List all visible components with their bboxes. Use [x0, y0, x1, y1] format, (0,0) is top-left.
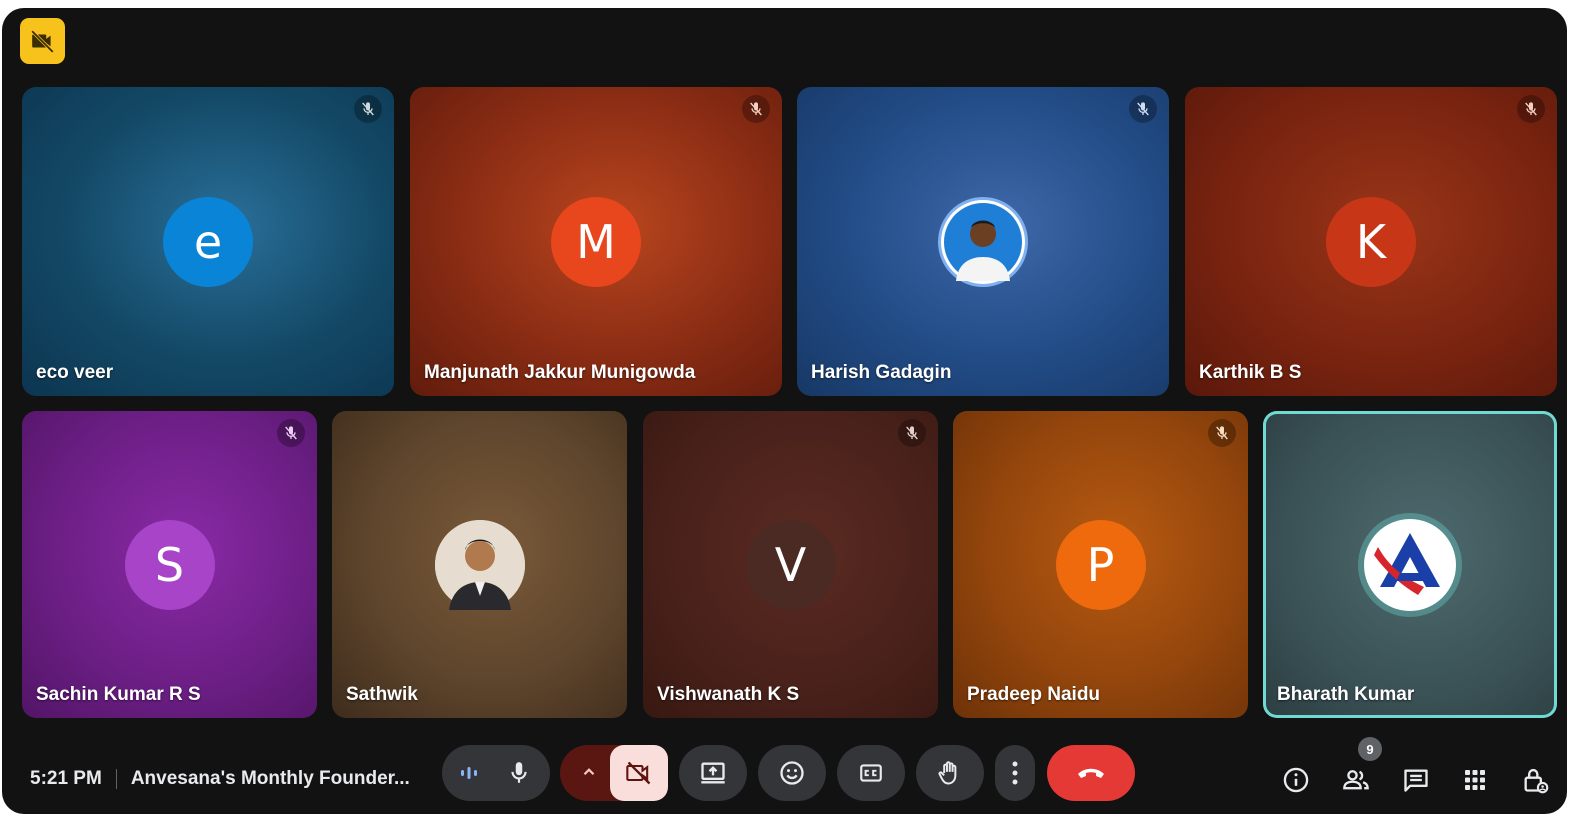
avatar: P	[1055, 519, 1146, 610]
participant-tile[interactable]: S Sachin Kumar R S	[22, 411, 317, 718]
meeting-info: 5:21 PM Anvesana's Monthly Founder...	[30, 768, 410, 790]
participant-tile[interactable]: P Pradeep Naidu	[953, 411, 1248, 718]
clock-time: 5:21 PM	[30, 768, 102, 789]
camera-off-icon	[30, 28, 56, 54]
end-call-icon	[1076, 765, 1106, 781]
emoji-icon	[778, 759, 806, 787]
activities-button[interactable]	[1457, 762, 1493, 798]
raise-hand-button[interactable]	[916, 745, 984, 801]
participant-name: Karthik B S	[1199, 362, 1302, 383]
participant-tile[interactable]: Sathwik	[332, 411, 627, 718]
more-options-button[interactable]	[995, 745, 1035, 801]
person-photo-avatar	[938, 196, 1028, 287]
camera-off-icon	[624, 759, 654, 787]
participant-name: Bharath Kumar	[1277, 684, 1415, 705]
mic-muted-icon	[277, 419, 305, 447]
microphone-control-group	[442, 745, 550, 801]
camera-control-group	[560, 745, 668, 801]
chat-icon	[1402, 766, 1430, 794]
participant-name: Sathwik	[346, 684, 418, 705]
captions-button[interactable]	[837, 745, 905, 801]
mic-muted-icon	[1208, 419, 1236, 447]
end-call-button[interactable]	[1047, 745, 1135, 801]
host-controls-button[interactable]	[1517, 762, 1553, 798]
avatar: V	[745, 519, 836, 610]
host-controls-icon	[1521, 765, 1549, 795]
emoji-reaction-button[interactable]	[758, 745, 826, 801]
participant-tile[interactable]: e eco veer	[22, 87, 394, 396]
avatar: e	[163, 196, 253, 287]
meet-window: e eco veer M Manjunath Jakkur Munigowda …	[2, 8, 1567, 814]
chevron-up-icon[interactable]	[580, 763, 598, 781]
more-options-icon	[1011, 760, 1019, 786]
meeting-title[interactable]: Anvesana's Monthly Founder...	[131, 768, 410, 790]
avatar: M	[551, 196, 641, 287]
participant-tile[interactable]: Harish Gadagin	[797, 87, 1169, 396]
mic-muted-icon	[742, 95, 770, 123]
mic-muted-icon	[354, 95, 382, 123]
audio-level-icon	[458, 764, 480, 782]
raise-hand-icon	[936, 758, 964, 788]
participant-name: Pradeep Naidu	[967, 684, 1101, 705]
participant-name: Sachin Kumar R S	[36, 684, 201, 705]
participant-tile[interactable]: V Vishwanath K S	[643, 411, 938, 718]
bottom-toolbar: 5:21 PM Anvesana's Monthly Founder... 9	[2, 732, 1567, 814]
mic-muted-icon	[1517, 95, 1545, 123]
present-screen-icon	[698, 759, 728, 787]
participant-tile-active-speaker[interactable]: Bharath Kumar	[1263, 411, 1557, 718]
avatar: S	[124, 519, 215, 610]
logo-avatar	[1364, 518, 1456, 611]
mic-muted-icon	[1129, 95, 1157, 123]
camera-off-badge[interactable]	[20, 18, 65, 64]
info-icon	[1282, 766, 1310, 794]
people-button[interactable]	[1338, 762, 1374, 798]
activities-icon	[1463, 768, 1487, 792]
meeting-details-button[interactable]	[1278, 762, 1314, 798]
participant-name: Vishwanath K S	[657, 684, 800, 705]
people-icon	[1341, 766, 1371, 794]
present-screen-button[interactable]	[679, 745, 747, 801]
person-photo-avatar	[434, 519, 525, 610]
participant-name: Harish Gadagin	[811, 362, 952, 383]
participant-name: eco veer	[36, 362, 114, 383]
microphone-icon[interactable]	[506, 759, 532, 787]
captions-icon	[857, 760, 885, 786]
participant-tile[interactable]: M Manjunath Jakkur Munigowda	[410, 87, 782, 396]
chat-button[interactable]	[1398, 762, 1434, 798]
mic-muted-icon	[898, 419, 926, 447]
participant-name: Manjunath Jakkur Munigowda	[424, 362, 696, 383]
avatar: K	[1326, 196, 1416, 287]
participant-count-badge: 9	[1358, 737, 1382, 761]
participant-tile[interactable]: K Karthik B S	[1185, 87, 1557, 396]
divider	[115, 769, 117, 789]
camera-off-button[interactable]	[610, 745, 668, 801]
